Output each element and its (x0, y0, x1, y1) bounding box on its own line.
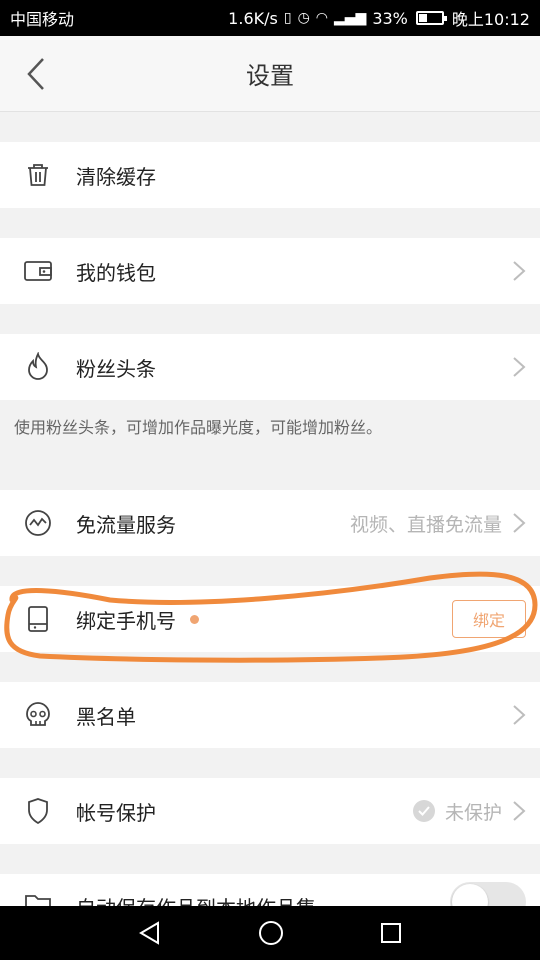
wave-icon (0, 509, 76, 537)
wallet-label: 我的钱包 (76, 260, 156, 285)
alarm-icon: ◷ (297, 10, 310, 26)
fans-headline-hint: 使用粉丝头条，可增加作品曝光度，可能增加粉丝。 (14, 418, 383, 437)
skull-icon (0, 701, 76, 729)
new-badge-dot (190, 614, 199, 624)
check-icon (412, 800, 435, 822)
shield-icon (0, 797, 76, 825)
chevron-right-icon (513, 705, 526, 725)
account-protection-value: 未保护 (444, 801, 502, 824)
free-data-value: 视频、直播免流量 (349, 513, 502, 536)
carrier-name: 中国移动 (10, 10, 75, 29)
back-button[interactable] (16, 54, 56, 94)
phone-icon (0, 605, 76, 633)
status-right: 1.6K/s ▯ ◷ ◠ ▂▄▆ 33% 晚上10:12 (228, 6, 530, 30)
chevron-right-icon (513, 261, 526, 281)
bind-phone-row[interactable]: 绑定手机号 绑定 (0, 586, 540, 652)
circle-home-icon[interactable] (257, 919, 285, 947)
wallet-icon (0, 259, 76, 283)
system-nav-bar (0, 906, 540, 960)
fans-headline-label: 粉丝头条 (76, 356, 156, 381)
account-protection-row[interactable]: 帐号保护 未保护 (0, 778, 540, 844)
blacklist-row[interactable]: 黑名单 (0, 682, 540, 748)
free-data-row[interactable]: 免流量服务 视频、直播免流量 (0, 490, 540, 556)
signal-icon: ▂▄▆ (334, 10, 367, 26)
bind-phone-label: 绑定手机号 (76, 608, 176, 633)
square-recent-icon[interactable] (379, 921, 403, 945)
network-speed: 1.6K/s (228, 8, 278, 28)
chevron-right-icon (513, 513, 526, 533)
status-bar: 中国移动 1.6K/s ▯ ◷ ◠ ▂▄▆ 33% 晚上10:12 (0, 0, 540, 36)
blacklist-label: 黑名单 (76, 704, 136, 729)
back-arrow-icon (27, 58, 44, 90)
battery-icon (415, 11, 447, 25)
flame-icon (0, 352, 76, 382)
chevron-right-icon (513, 801, 526, 821)
vibrate-icon: ▯ (283, 10, 292, 26)
chevron-right-icon (513, 357, 526, 377)
clock: 晚上10:12 (451, 10, 530, 29)
clear-cache-label: 清除缓存 (76, 164, 156, 189)
battery-percent: 33% (372, 8, 408, 28)
account-protection-label: 帐号保护 (76, 800, 156, 825)
wallet-row[interactable]: 我的钱包 (0, 238, 540, 304)
free-data-label: 免流量服务 (76, 512, 176, 537)
wifi-icon: ◠ (315, 10, 328, 26)
trash-icon (0, 162, 76, 188)
clear-cache-row[interactable]: 清除缓存 (0, 142, 540, 208)
triangle-back-icon[interactable] (137, 920, 163, 946)
bind-button[interactable]: 绑定 (452, 600, 526, 638)
page-title: 设置 (246, 62, 294, 90)
fans-headline-row[interactable]: 粉丝头条 (0, 334, 540, 400)
top-nav-bar: 设置 (0, 36, 540, 112)
